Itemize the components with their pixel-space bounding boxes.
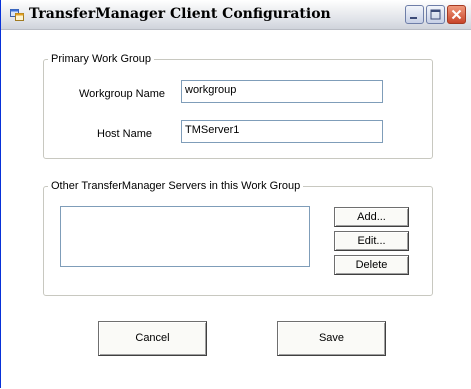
workgroup-name-label: Workgroup Name <box>79 88 165 100</box>
primary-work-group-legend: Primary Work Group <box>51 53 152 65</box>
host-name-label: Host Name <box>97 128 153 140</box>
close-icon <box>451 9 462 20</box>
dialog-content: Primary Work Group Workgroup Name workgr… <box>1 30 471 389</box>
title-bar[interactable]: TransferManager Client Configuration <box>1 0 471 30</box>
add-server-button[interactable]: Add... <box>334 207 409 227</box>
other-servers-legend: Other TransferManager Servers in this Wo… <box>51 180 301 192</box>
minimize-button[interactable] <box>405 5 424 24</box>
cancel-button[interactable]: Cancel <box>98 321 207 356</box>
primary-work-group: Primary Work Group <box>43 53 433 159</box>
save-button[interactable]: Save <box>277 321 386 356</box>
host-name-input[interactable]: TMServer1 <box>181 120 383 143</box>
app-window-icon <box>10 9 24 21</box>
delete-server-button[interactable]: Delete <box>334 255 409 275</box>
maximize-icon <box>430 9 441 20</box>
workgroup-name-input[interactable]: workgroup <box>181 80 383 103</box>
configuration-window: TransferManager Client Configuration Pri… <box>0 0 471 389</box>
window-title: TransferManager Client Configuration <box>29 6 331 22</box>
minimize-icon <box>410 17 417 19</box>
close-button[interactable] <box>447 5 466 24</box>
edit-server-button[interactable]: Edit... <box>334 231 409 251</box>
maximize-button[interactable] <box>426 5 445 24</box>
servers-list[interactable] <box>60 206 310 267</box>
